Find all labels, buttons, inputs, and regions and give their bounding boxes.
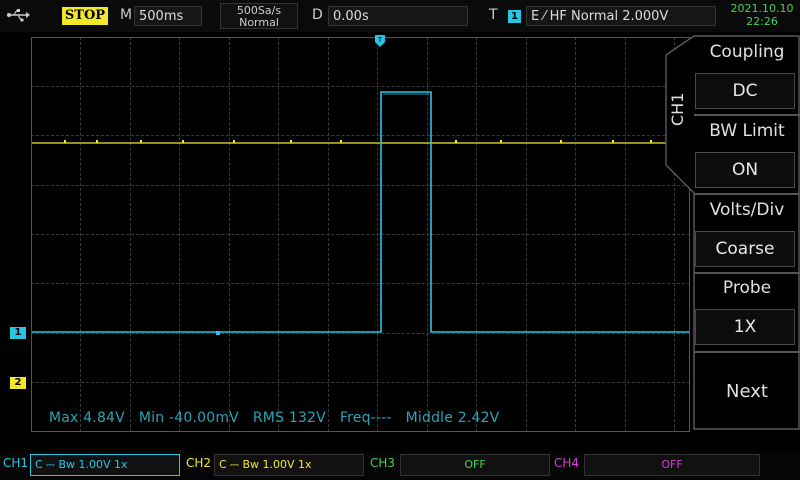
volts-div-button[interactable]: Coarse xyxy=(695,231,795,267)
coupling-title: Coupling xyxy=(709,42,785,62)
ch3-label: CH3 xyxy=(370,456,396,470)
channel-bar: CH1 C ⎓ Bw 1.00V 1x CH2 C ⎓ Bw 1.00V 1x … xyxy=(0,452,800,480)
ch2-level-marker[interactable]: 2 xyxy=(10,377,26,389)
ch4-settings[interactable]: OFF xyxy=(584,454,760,476)
measurement-readout: Max 4.84V Min -40.00mV RMS 132V Freq----… xyxy=(49,410,500,426)
ch2-settings[interactable]: C ⎓ Bw 1.00V 1x xyxy=(214,454,364,476)
probe-button[interactable]: 1X xyxy=(695,309,795,345)
bw-limit-button[interactable]: ON xyxy=(695,152,795,188)
ch1-settings[interactable]: C ⎓ Bw 1.00V 1x xyxy=(30,454,180,476)
bw-limit-title: BW Limit xyxy=(709,121,785,141)
ch4-label: CH4 xyxy=(554,456,580,470)
ch3-settings[interactable]: OFF xyxy=(400,454,550,476)
trigger-position-marker[interactable]: T xyxy=(374,34,386,48)
coupling-button[interactable]: DC xyxy=(695,73,795,109)
volts-div-title: Volts/Div xyxy=(709,200,785,220)
trigger-marker-label: T xyxy=(377,36,383,44)
ch1-label: CH1 xyxy=(3,456,29,470)
probe-title: Probe xyxy=(722,278,772,298)
ch2-label: CH2 xyxy=(186,456,212,470)
ch1-level-marker[interactable]: 1 xyxy=(10,327,26,339)
ch1-trace xyxy=(32,91,689,333)
next-button[interactable]: Next xyxy=(694,381,800,402)
